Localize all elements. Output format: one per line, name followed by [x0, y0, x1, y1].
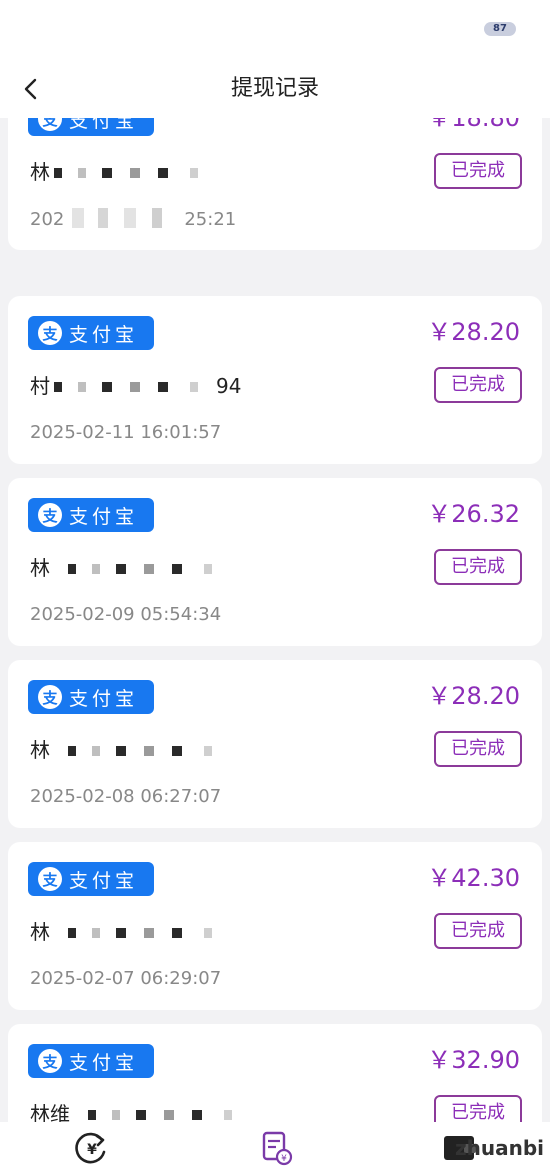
record-time: 2025-02-09 05:54:34: [30, 604, 222, 625]
record-time: 2025-02-07 06:29:07: [30, 968, 222, 989]
record-card[interactable]: 支 支付宝 ￥18.80 林 已完成 202 25:21: [8, 118, 542, 250]
redaction-mask: [54, 554, 254, 582]
battery-indicator: 87: [484, 22, 516, 36]
nav-withdraw-record[interactable]: ¥: [256, 1130, 296, 1166]
payment-method-badge: 支 支付宝: [28, 1044, 154, 1078]
record-card[interactable]: 支 支付宝 ￥42.30 林 已完成 2025-02-07 06:29:07: [8, 842, 542, 1010]
account-name: 林维: [30, 1100, 290, 1122]
nav-exchange[interactable]: ¥: [72, 1130, 112, 1166]
payment-method-badge: 支 支付宝: [28, 118, 154, 136]
alipay-icon: 支: [38, 321, 62, 345]
payment-method-label: 支付宝: [69, 869, 139, 892]
status-button[interactable]: 已完成: [434, 731, 522, 767]
back-button[interactable]: [16, 74, 46, 104]
amount: ￥18.80: [427, 118, 520, 132]
payment-method-badge: 支 支付宝: [28, 862, 154, 896]
alipay-icon: 支: [38, 118, 62, 131]
status-button[interactable]: 已完成: [434, 549, 522, 585]
amount: ￥28.20: [427, 682, 520, 710]
account-name-visible: 林: [30, 556, 50, 580]
redaction-mask: [54, 736, 254, 764]
payment-method-label: 支付宝: [69, 687, 139, 710]
amount: ￥26.32: [427, 500, 520, 528]
alipay-icon: 支: [38, 685, 62, 709]
alipay-icon: 支: [38, 1049, 62, 1073]
header: 提现记录: [0, 60, 550, 118]
account-name-visible: 林: [30, 738, 50, 762]
withdraw-record-list[interactable]: 支 支付宝 ￥18.80 林 已完成 202 25:21 支 支付宝 ￥28.20…: [0, 118, 550, 1122]
status-button[interactable]: 已完成: [434, 913, 522, 949]
amount: ￥42.30: [427, 864, 520, 892]
payment-method-badge: 支 支付宝: [28, 316, 154, 350]
redaction-mask: [40, 158, 240, 186]
record-time: 2025-02-11 16:01:57: [30, 422, 222, 443]
watermark: zhuanbi: [454, 1136, 544, 1160]
account-name: 林: [30, 158, 290, 186]
redaction-mask: [40, 372, 210, 400]
account-name: 林: [30, 554, 290, 582]
page-title: 提现记录: [230, 76, 319, 101]
record-card[interactable]: 支 支付宝 ￥32.90 林维 已完成: [8, 1024, 542, 1122]
status-button[interactable]: 已完成: [434, 153, 522, 189]
account-name-visible: 林维: [30, 1102, 70, 1122]
redaction-mask: [54, 918, 254, 946]
record-card[interactable]: 支 支付宝 ￥28.20 林 已完成 2025-02-08 06:27:07: [8, 660, 542, 828]
account-name: 林: [30, 918, 290, 946]
record-time: 2025-02-08 06:27:07: [30, 786, 222, 807]
alipay-icon: 支: [38, 867, 62, 891]
chevron-left-icon: [24, 78, 37, 100]
withdraw-record-icon: ¥: [262, 1131, 293, 1166]
bottom-nav: ¥ ¥ zhuanbi: [0, 1122, 550, 1170]
account-name-tail: 94: [216, 374, 242, 398]
record-card[interactable]: 支 支付宝 ￥28.20 村 94 已完成 2025-02-11 16:01:5…: [8, 296, 542, 464]
payment-method-label: 支付宝: [69, 323, 139, 346]
amount: ￥28.20: [427, 318, 520, 346]
svg-text:¥: ¥: [87, 1142, 97, 1158]
account-name-visible: 林: [30, 920, 50, 944]
status-button[interactable]: 已完成: [434, 1095, 522, 1122]
payment-method-label: 支付宝: [69, 505, 139, 528]
record-time: 202 25:21: [30, 208, 236, 230]
payment-method-label: 支付宝: [69, 1051, 139, 1074]
status-bar: 87: [0, 0, 550, 60]
alipay-icon: 支: [38, 503, 62, 527]
yuan-exchange-icon: ¥: [75, 1132, 106, 1164]
record-time-prefix: 202: [30, 209, 65, 230]
record-time-suffix: 25:21: [184, 209, 237, 230]
redaction-mask: [74, 1100, 254, 1122]
amount: ￥32.90: [427, 1046, 520, 1074]
payment-method-label: 支付宝: [69, 118, 139, 132]
account-name: 林: [30, 736, 290, 764]
record-card[interactable]: 支 支付宝 ￥26.32 林 已完成 2025-02-09 05:54:34: [8, 478, 542, 646]
account-name: 村 94: [30, 372, 290, 400]
svg-text:¥: ¥: [281, 1154, 287, 1164]
status-button[interactable]: 已完成: [434, 367, 522, 403]
payment-method-badge: 支 支付宝: [28, 498, 154, 532]
redaction-mask: [64, 208, 185, 228]
payment-method-badge: 支 支付宝: [28, 680, 154, 714]
